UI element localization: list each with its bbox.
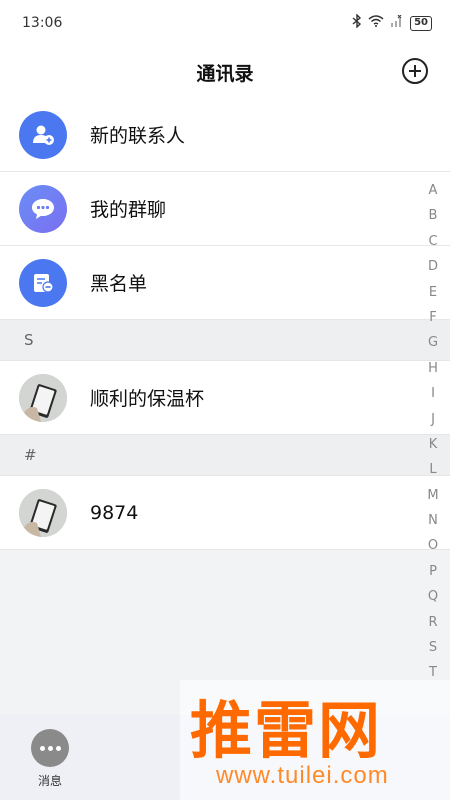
index-letter-l[interactable]: L	[429, 457, 436, 482]
index-letter-q[interactable]: Q	[428, 584, 438, 609]
add-contact-icon	[19, 110, 67, 159]
blacklist-icon	[19, 258, 67, 307]
index-letter-s[interactable]: S	[429, 635, 437, 660]
watermark-url: www.tuilei.com	[216, 762, 389, 789]
index-letter-r[interactable]: R	[428, 610, 437, 635]
new-contacts-row[interactable]: 新的联系人	[0, 98, 450, 172]
row-label: 我的群聊	[90, 199, 167, 221]
battery-icon: 50	[410, 15, 432, 31]
plus-circle-icon	[402, 58, 428, 84]
section-header-s: S	[0, 320, 450, 361]
contact-row[interactable]: 顺利的保温杯	[0, 361, 450, 435]
index-letter-b[interactable]: B	[429, 203, 438, 228]
messages-tab-label: 消息	[37, 774, 62, 788]
blacklist-row[interactable]: 黑名单	[0, 246, 450, 320]
index-letter-m[interactable]: M	[427, 483, 438, 508]
index-letter-a[interactable]: A	[429, 178, 438, 203]
group-chats-row[interactable]: 我的群聊	[0, 172, 450, 246]
index-letter-o[interactable]: O	[428, 533, 438, 558]
bluetooth-icon	[352, 13, 362, 32]
more-dots-icon	[31, 729, 69, 767]
alphabet-index[interactable]: A B C D E F G H I J K L M N O P Q R S T	[422, 178, 444, 686]
status-icons: 50	[352, 13, 432, 32]
group-chat-icon	[19, 184, 67, 233]
index-letter-j[interactable]: J	[431, 407, 435, 432]
row-label: 新的联系人	[90, 125, 186, 147]
row-label: 黑名单	[90, 273, 148, 295]
header: 通讯录	[0, 46, 450, 98]
status-bar: 13:06 50	[0, 0, 450, 46]
messages-tab[interactable]: 消息	[27, 729, 73, 789]
signal-icon	[390, 14, 404, 31]
contact-list: 新的联系人 我的群聊 黑名单 S 顺利的保温杯 # 9874	[0, 98, 450, 550]
index-letter-g[interactable]: G	[428, 330, 438, 355]
status-time: 13:06	[22, 15, 63, 31]
index-letter-e[interactable]: E	[429, 280, 437, 305]
index-letter-d[interactable]: D	[428, 254, 438, 279]
wifi-icon	[368, 15, 384, 31]
watermark-brand: 推雷网	[190, 694, 383, 767]
avatar	[19, 488, 67, 537]
contact-name: 顺利的保温杯	[90, 388, 205, 410]
index-letter-p[interactable]: P	[429, 559, 437, 584]
index-letter-k[interactable]: K	[429, 432, 438, 457]
index-letter-h[interactable]: H	[428, 356, 438, 381]
index-letter-f[interactable]: F	[429, 305, 436, 330]
page-title: 通讯录	[196, 62, 254, 85]
avatar	[19, 373, 67, 422]
section-header-hash: #	[0, 435, 450, 476]
add-button[interactable]	[400, 56, 430, 86]
index-letter-i[interactable]: I	[431, 381, 435, 406]
watermark: 推雷网 www.tuilei.com	[180, 680, 450, 800]
contact-name: 9874	[90, 501, 139, 524]
contact-row[interactable]: 9874	[0, 476, 450, 550]
index-letter-n[interactable]: N	[428, 508, 438, 533]
index-letter-c[interactable]: C	[428, 229, 437, 254]
